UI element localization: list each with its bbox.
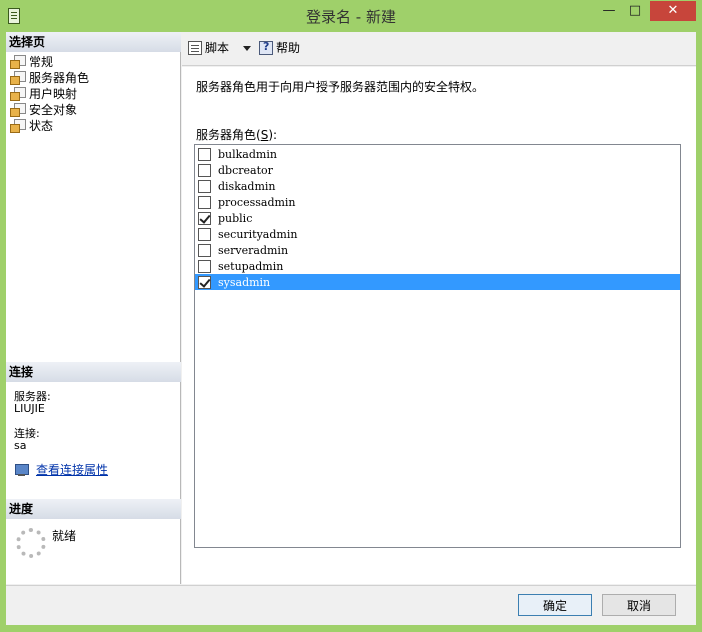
role-checkbox[interactable] <box>198 227 211 241</box>
role-name: setupadmin <box>218 259 284 273</box>
role-name: sysadmin <box>218 275 271 289</box>
role-checkbox[interactable] <box>198 259 211 273</box>
role-row-sysadmin[interactable]: sysadmin <box>195 274 680 290</box>
page-item-label: 常规 <box>29 54 54 69</box>
toolbar: 脚本 帮助 <box>182 32 696 66</box>
role-row-setupadmin[interactable]: setupadmin <box>195 258 680 274</box>
page-icon <box>10 118 26 133</box>
role-name: serveradmin <box>218 243 289 257</box>
role-checkbox[interactable] <box>198 195 211 209</box>
window-title: 登录名 - 新建 <box>306 8 396 26</box>
dialog-window: 登录名 - 新建 — □ ✕ 选择页 常规 服务器角色 用户映射 安全对象 状态… <box>0 0 702 632</box>
dialog-footer: 确定 取消 <box>6 585 696 625</box>
role-name: bulkadmin <box>218 147 277 161</box>
role-name: securityadmin <box>218 227 298 241</box>
server-info: 服务器: LIUJIE <box>14 391 51 415</box>
role-checkbox[interactable] <box>198 147 211 161</box>
role-checkbox[interactable] <box>198 211 211 225</box>
role-name: public <box>218 211 253 225</box>
role-row-serveradmin[interactable]: serveradmin <box>195 242 680 258</box>
role-row-dbcreator[interactable]: dbcreator <box>195 162 680 178</box>
role-checkbox[interactable] <box>198 275 211 289</box>
title-bar[interactable]: 登录名 - 新建 — □ ✕ <box>0 0 702 32</box>
page-list: 常规 服务器角色 用户映射 安全对象 状态 <box>10 53 89 133</box>
page-item-label: 安全对象 <box>29 102 78 117</box>
dialog-client: 选择页 常规 服务器角色 用户映射 安全对象 状态 连接 服务器: LIUJIE… <box>6 32 696 625</box>
page-icon <box>10 70 26 85</box>
role-checkbox[interactable] <box>198 179 211 193</box>
server-roles-label: 服务器角色(S): <box>196 126 277 143</box>
page-item-general[interactable]: 常规 <box>10 53 89 69</box>
page-icon <box>10 102 26 117</box>
progress-header: 进度 <box>6 499 181 519</box>
page-item-status[interactable]: 状态 <box>10 117 89 133</box>
roles-description: 服务器角色用于向用户授予服务器范围内的安全特权。 <box>196 80 485 94</box>
page-icon <box>10 86 26 101</box>
role-row-securityadmin[interactable]: securityadmin <box>195 226 680 242</box>
role-checkbox[interactable] <box>198 243 211 257</box>
page-item-label: 用户映射 <box>29 86 78 101</box>
role-row-public[interactable]: public <box>195 210 680 226</box>
left-pane: 选择页 常规 服务器角色 用户映射 安全对象 状态 连接 服务器: LIUJIE… <box>6 32 181 584</box>
minimize-button[interactable]: — <box>598 1 620 21</box>
script-icon <box>188 40 202 55</box>
page-item-user-mapping[interactable]: 用户映射 <box>10 85 89 101</box>
role-checkbox[interactable] <box>198 163 211 177</box>
close-button[interactable]: ✕ <box>650 1 696 21</box>
connection-header: 连接 <box>6 362 181 382</box>
help-label: 帮助 <box>276 41 301 55</box>
view-connection-properties-link[interactable]: 查看连接属性 <box>14 461 108 478</box>
role-name: diskadmin <box>218 179 276 193</box>
progress-status: 就绪 <box>52 529 77 543</box>
view-connection-properties-label: 查看连接属性 <box>36 463 109 477</box>
script-button[interactable]: 脚本 <box>188 39 229 56</box>
properties-icon <box>14 463 30 477</box>
role-row-bulkadmin[interactable]: bulkadmin <box>195 146 680 162</box>
page-item-label: 服务器角色 <box>29 70 90 85</box>
role-name: processadmin <box>218 195 296 209</box>
connection-value: sa <box>14 439 27 452</box>
ok-button[interactable]: 确定 <box>518 594 592 616</box>
role-name: dbcreator <box>218 163 273 177</box>
role-row-processadmin[interactable]: processadmin <box>195 194 680 210</box>
page-item-server-roles[interactable]: 服务器角色 <box>10 69 89 85</box>
page-item-label: 状态 <box>29 118 54 133</box>
server-value: LIUJIE <box>14 402 45 415</box>
maximize-button[interactable]: □ <box>624 1 646 21</box>
page-icon <box>10 54 26 69</box>
help-button[interactable]: 帮助 <box>259 39 300 56</box>
select-page-header: 选择页 <box>6 32 181 52</box>
server-roles-list[interactable]: bulkadmin dbcreator diskadmin processadm… <box>194 144 681 548</box>
progress-spinner-icon <box>16 528 46 558</box>
script-label: 脚本 <box>205 41 230 55</box>
connection-info: 连接: sa <box>14 428 40 452</box>
page-item-securables[interactable]: 安全对象 <box>10 101 89 117</box>
role-row-diskadmin[interactable]: diskadmin <box>195 178 680 194</box>
content-panel: 服务器角色用于向用户授予服务器范围内的安全特权。 服务器角色(S): bulka… <box>182 67 696 584</box>
help-icon <box>259 40 273 55</box>
script-dropdown-icon[interactable] <box>243 46 251 51</box>
roles-label-suffix: ): <box>268 128 278 142</box>
roles-label-prefix: 服务器角色( <box>196 128 261 142</box>
cancel-button[interactable]: 取消 <box>602 594 676 616</box>
